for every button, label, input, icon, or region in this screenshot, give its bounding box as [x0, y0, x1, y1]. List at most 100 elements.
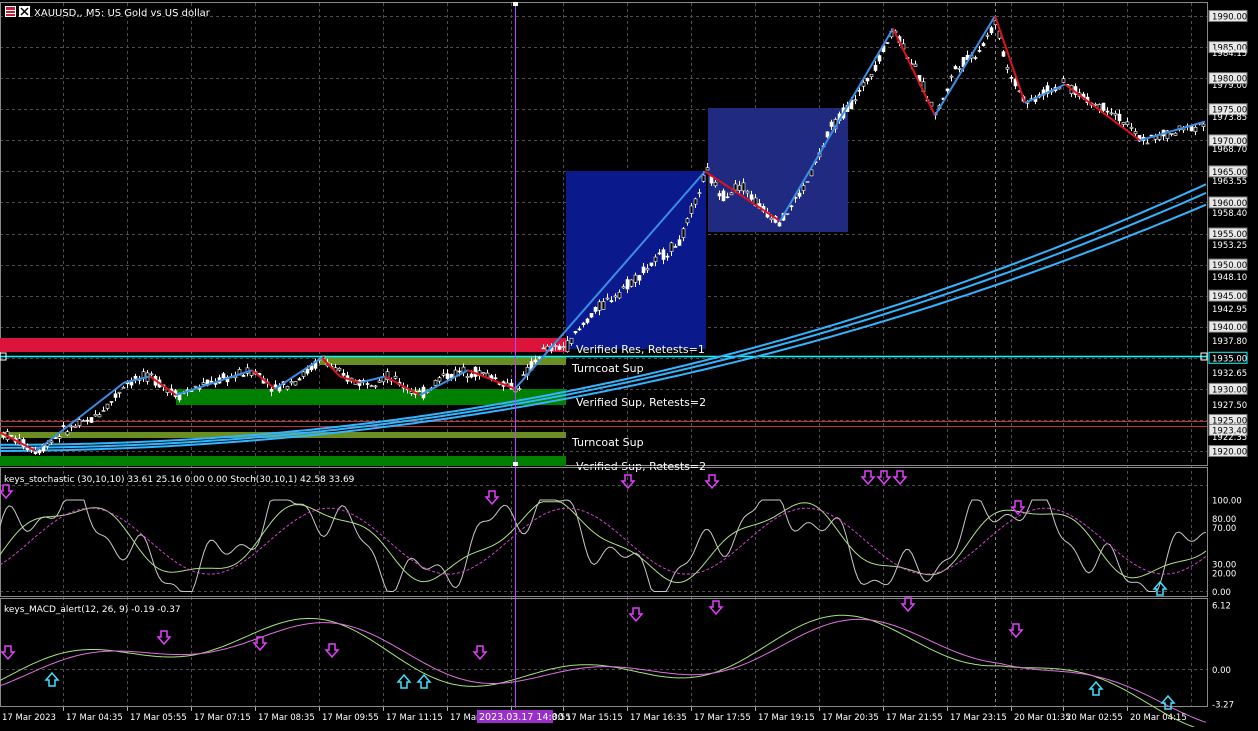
candle-body — [1117, 113, 1122, 122]
price-axis-label: 1968.70 — [1212, 145, 1247, 155]
candle-body — [1109, 112, 1114, 115]
time-axis-label: 17 Mar 07:15 — [194, 713, 251, 723]
candle-body — [1105, 110, 1110, 113]
candle-body — [553, 345, 558, 347]
candle-body — [673, 246, 678, 248]
chart-title: XAUUSD,, M5: US Gold vs US dollar — [34, 8, 211, 19]
candle-body — [597, 301, 602, 311]
candle-body — [69, 425, 74, 428]
candle-body — [365, 383, 370, 385]
time-axis-label: 17 Mar 11:15 — [386, 713, 443, 723]
candle-body — [445, 373, 450, 379]
macd-axis-label: -3.27 — [1212, 700, 1234, 710]
time-axis-label: 17 Mar 21:55 — [886, 713, 943, 723]
candle-body — [517, 388, 522, 390]
price-axis-label: 1955.00 — [1212, 230, 1247, 240]
candle-body — [985, 34, 990, 37]
time-axis-label: 17 Mar 2023 — [2, 713, 56, 723]
candle-body — [717, 193, 722, 197]
candle-body — [593, 307, 598, 312]
candle-body — [669, 242, 674, 252]
candle-body — [913, 63, 918, 67]
candle-body — [437, 377, 442, 382]
candle-body — [661, 249, 666, 260]
candle-body — [49, 440, 54, 443]
candle-body — [101, 410, 106, 412]
price-axis-label: 1990.00 — [1212, 13, 1247, 23]
candle-body — [653, 256, 658, 262]
candle-body — [749, 194, 754, 200]
candle-body — [1001, 51, 1006, 57]
price-axis-label: 1980.00 — [1212, 75, 1247, 85]
candle-body — [721, 190, 726, 202]
candle-body — [733, 183, 738, 191]
price-axis-label: 1932.65 — [1212, 369, 1247, 379]
candle-body — [305, 368, 310, 374]
candle-body — [1169, 133, 1174, 135]
candle-body — [973, 57, 978, 59]
candle-body — [85, 419, 90, 422]
candle-body — [949, 75, 954, 78]
candle-body — [373, 385, 378, 388]
time-axis-label: 17 Mar 17:55 — [694, 713, 751, 723]
macd-axis-label: 0.00 — [1212, 666, 1231, 676]
candle-body — [1113, 113, 1118, 116]
candle-body — [801, 185, 806, 191]
candle-body — [441, 373, 446, 376]
candle-body — [433, 380, 438, 386]
candle-body — [705, 167, 710, 171]
candle-body — [541, 347, 546, 350]
candle-body — [209, 380, 214, 383]
price-axis[interactable]: 1990.001985.001984.151979.001980.001975.… — [1208, 10, 1248, 458]
cursor-handle-bottom[interactable] — [513, 462, 518, 466]
candle-body — [713, 181, 718, 187]
candle-body — [737, 184, 742, 191]
candle-body — [853, 99, 858, 102]
candle-body — [609, 300, 614, 303]
price-axis-label: 1953.25 — [1212, 241, 1247, 251]
candle-body — [377, 380, 382, 383]
verified-res-zone — [0, 338, 566, 352]
candle-body — [729, 192, 734, 196]
candle-body — [93, 413, 98, 417]
candle-body — [745, 190, 750, 194]
candle-body — [1061, 78, 1066, 83]
candle-body — [1173, 132, 1178, 136]
candle-body — [289, 381, 294, 384]
candle-body — [77, 419, 82, 426]
price-axis-label: 1958.40 — [1212, 209, 1247, 219]
price-axis-label: 1950.00 — [1212, 261, 1247, 271]
candle-body — [829, 121, 834, 127]
candle-body — [193, 385, 198, 388]
candle-body — [133, 375, 138, 379]
candle-body — [677, 239, 682, 246]
candle-body — [1193, 126, 1198, 132]
candle-body — [605, 297, 610, 300]
candle-body — [957, 67, 962, 70]
cursor-handle-top[interactable] — [513, 2, 518, 6]
candle-body — [1125, 121, 1130, 126]
candle-body — [877, 55, 882, 62]
candle-body — [469, 373, 474, 378]
candle-body — [9, 434, 14, 437]
price-axis-label: 1963.55 — [1212, 177, 1247, 187]
candle-body — [665, 255, 670, 258]
candle-body — [337, 368, 342, 371]
candle-body — [341, 373, 346, 376]
price-axis-label: 1984.15 — [1212, 49, 1247, 59]
candle-body — [417, 390, 422, 393]
chart-window[interactable]: Verified Res, Retests=1 Turncoat Sup Ver… — [0, 0, 1258, 731]
candle-body — [945, 88, 950, 92]
candle-body — [769, 217, 774, 220]
stoch-axis-label: 20.00 — [1212, 570, 1236, 580]
candle-body — [637, 275, 642, 281]
panel-gap — [560, 466, 660, 467]
stoch-axis-label: 0.00 — [1212, 588, 1231, 598]
time-axis-label: 20 Mar 01:35 — [1014, 713, 1071, 723]
zone-label-verified-sup: Verified Sup, Retests=2 — [576, 396, 706, 409]
zone-label-verified-res: Verified Res, Retests=1 — [576, 343, 705, 356]
turncoat-sup-zone-1 — [320, 356, 566, 365]
time-cursor-label: 2023.03.17 14:00 — [479, 712, 564, 723]
candle-body — [581, 322, 586, 325]
candle-body — [797, 192, 802, 197]
